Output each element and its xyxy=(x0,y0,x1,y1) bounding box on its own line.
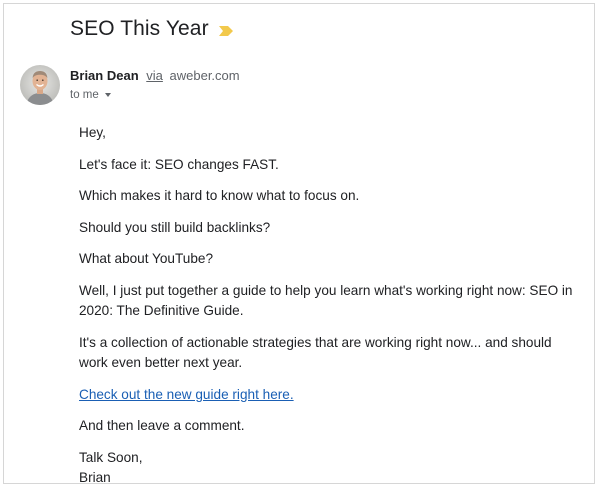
recipient-label: to me xyxy=(70,89,99,101)
guide-link-paragraph: Check out the new guide right here. xyxy=(79,385,579,406)
signoff: Talk Soon, xyxy=(79,449,143,465)
body-paragraph: Let's face it: SEO changes FAST. xyxy=(79,156,279,172)
subject-row: SEO This Year xyxy=(70,17,234,41)
email-body: Hey, Let's face it: SEO changes FAST. Wh… xyxy=(79,123,579,500)
sender-name[interactable]: Brian Dean xyxy=(70,68,139,83)
signature: Brian xyxy=(79,470,111,485)
body-paragraph: Well, I just put together a guide to hel… xyxy=(79,282,573,319)
body-paragraph: Should you still build backlinks? xyxy=(79,219,271,235)
greeting: Hey, xyxy=(79,125,106,140)
recipient-line[interactable]: to me xyxy=(70,89,111,101)
sender-line: Brian Dean via aweber.com xyxy=(70,68,240,83)
body-paragraph: And then leave a comment. xyxy=(79,418,245,433)
importance-marker-icon[interactable] xyxy=(218,24,234,36)
sender-avatar[interactable] xyxy=(20,65,60,105)
guide-link[interactable]: Check out the new guide right here. xyxy=(79,387,294,402)
chevron-down-icon[interactable] xyxy=(104,93,111,97)
via-domain: aweber.com xyxy=(169,68,240,83)
via-label[interactable]: via xyxy=(146,68,163,83)
body-paragraph: Which makes it hard to know what to focu… xyxy=(79,188,360,203)
body-paragraph: It's a collection of actionable strategi… xyxy=(79,334,552,371)
body-paragraph: What about YouTube? xyxy=(79,251,214,266)
email-subject: SEO This Year xyxy=(70,17,209,40)
